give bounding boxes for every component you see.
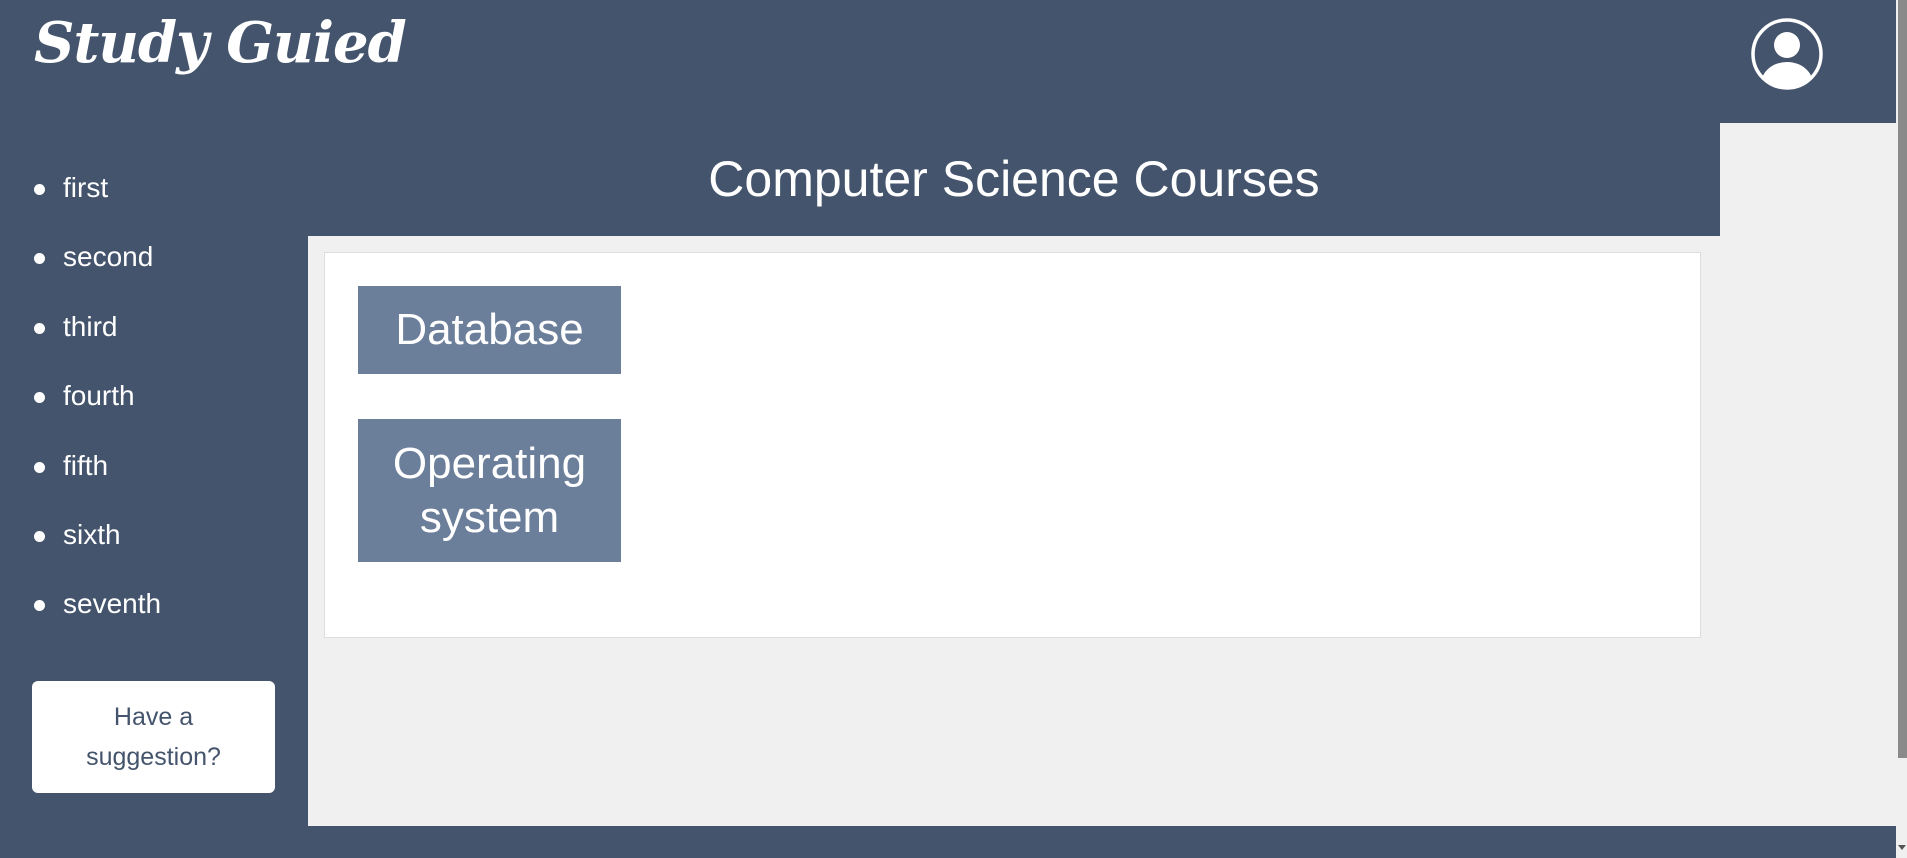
sidebar-nav: first second third fourth fifth sixth se… [0,171,308,657]
bullet-icon [34,461,45,473]
bullet-icon [34,253,45,265]
sidebar-item-label: first [63,172,109,203]
suggestion-button[interactable]: Have a suggestion? [32,681,275,793]
bullet-icon [34,322,45,334]
sidebar-item-seventh[interactable]: seventh [0,587,308,656]
top-header: Study Guied [0,0,1896,123]
sidebar-item-third[interactable]: third [0,310,308,379]
sidebar-item-label: sixth [63,518,121,550]
sidebar: first second third fourth fifth sixth se… [0,123,308,858]
bullet-icon [34,530,45,542]
course-card-database[interactable]: Database [358,286,621,374]
course-card-operating-system[interactable]: Operating system [358,419,621,562]
bullet-icon [34,392,45,404]
sidebar-item-label: second [63,241,154,273]
user-avatar-icon[interactable] [1751,18,1823,90]
footer-strip [0,826,1896,858]
scroll-down-arrow-icon[interactable] [1898,845,1906,850]
scrollbar-thumb[interactable] [1898,0,1907,758]
bullet-icon [34,600,45,612]
sidebar-item-fourth[interactable]: fourth [0,379,308,448]
page-title: Computer Science Courses [708,151,1320,207]
sidebar-item-sixth[interactable]: sixth [0,518,308,587]
sidebar-item-second[interactable]: second [0,240,308,309]
sidebar-item-label: third [63,310,118,342]
sidebar-item-label: fourth [63,380,135,412]
bullet-icon [34,184,45,195]
title-band: Computer Science Courses [308,123,1720,236]
sidebar-item-first[interactable]: first [0,171,308,240]
vertical-scrollbar[interactable] [1896,0,1907,858]
sidebar-item-fifth[interactable]: fifth [0,449,308,518]
site-logo[interactable]: Study Guied [34,10,407,76]
sidebar-item-label: fifth [63,449,109,481]
page: Study Guied first second third fourth fi… [0,0,1896,858]
course-panel: Database Operating system [324,252,1701,638]
sidebar-item-label: seventh [63,588,162,620]
right-gutter [1720,123,1896,826]
